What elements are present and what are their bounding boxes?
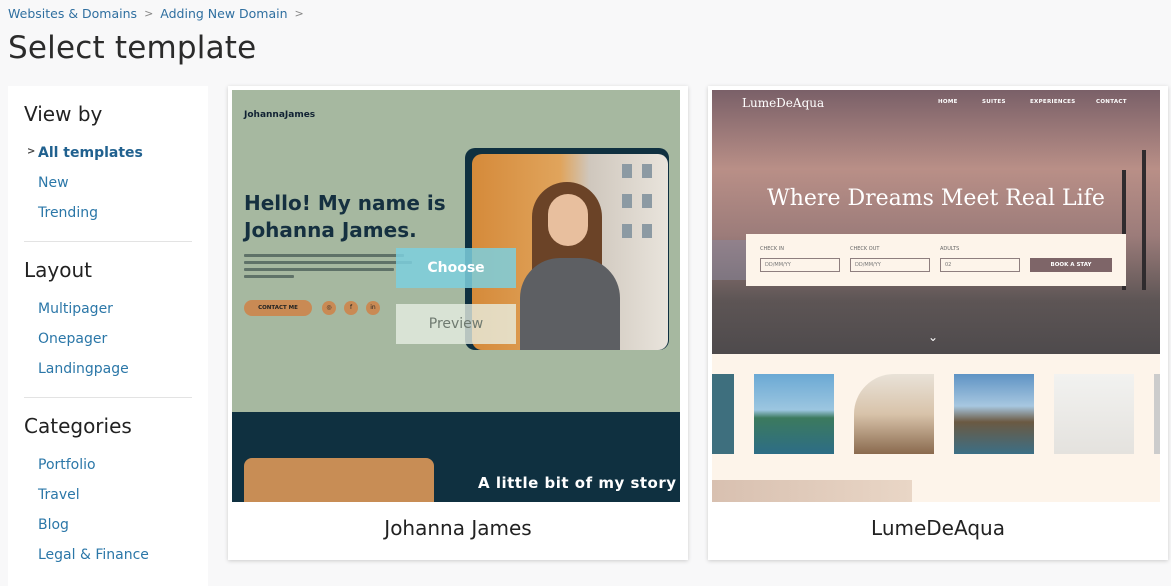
- filter-label: Multipager: [38, 301, 113, 317]
- layout-heading: Layout: [24, 258, 92, 282]
- gallery-image: [712, 480, 912, 502]
- template-headline: Hello! My name is Johanna James.: [244, 191, 446, 242]
- gallery-image: [1154, 374, 1160, 454]
- window-shape: [622, 164, 632, 178]
- filter-label: All templates: [38, 145, 143, 161]
- gallery-image: [712, 374, 734, 454]
- filter-sidebar: View by > All templates New Trending Lay…: [8, 86, 208, 586]
- filter-travel[interactable]: Travel: [24, 480, 192, 510]
- gallery-image: [1054, 374, 1134, 454]
- filter-portfolio[interactable]: Portfolio: [24, 450, 192, 480]
- gallery-strip: [712, 354, 1160, 502]
- window-shape: [622, 224, 632, 238]
- view-by-heading: View by: [24, 102, 103, 126]
- divider: [24, 397, 192, 398]
- nav-suites: SUITES: [982, 99, 1006, 105]
- nav-contact: CONTACT: [1096, 99, 1127, 105]
- instagram-icon: ◎: [322, 301, 336, 315]
- chevron-right-icon: >: [144, 7, 154, 20]
- placeholder-text: [244, 254, 414, 282]
- template-thumbnail: JohannaJames Hello! My name is Johanna J…: [232, 90, 680, 502]
- filter-label: Landingpage: [38, 361, 129, 377]
- window-shape: [642, 224, 652, 238]
- filter-legal-finance[interactable]: Legal & Finance: [24, 540, 192, 570]
- chevron-right-icon: >: [27, 146, 36, 157]
- story-heading: A little bit of my story: [478, 474, 677, 492]
- facebook-icon: f: [344, 301, 358, 315]
- nav-home: HOME: [938, 99, 958, 105]
- filter-trending[interactable]: Trending: [24, 198, 192, 228]
- book-a-stay-button: BOOK A STAY: [1030, 258, 1112, 272]
- filter-label: Travel: [38, 487, 80, 503]
- template-card-johanna-james[interactable]: JohannaJames Hello! My name is Johanna J…: [228, 86, 688, 560]
- filter-landingpage[interactable]: Landingpage: [24, 354, 192, 384]
- template-tagline: Where Dreams Meet Real Life: [767, 186, 1105, 211]
- template-thumbnail: LumeDeAqua HOME SUITES EXPERIENCES CONTA…: [712, 90, 1160, 502]
- divider: [24, 241, 192, 242]
- filter-label: New: [38, 175, 69, 191]
- hero-image: [712, 90, 1160, 354]
- face-shape: [548, 194, 588, 246]
- filter-label: Onepager: [38, 331, 108, 347]
- window-shape: [642, 194, 652, 208]
- gallery-image: [754, 374, 834, 454]
- preview-button[interactable]: Preview: [396, 304, 516, 344]
- filter-label: Legal & Finance: [38, 547, 149, 563]
- nav-experiences: EXPERIENCES: [1030, 99, 1076, 105]
- page-title: Select template: [8, 30, 257, 66]
- check-in-label: CHECK IN: [760, 246, 784, 252]
- breadcrumb-websites-domains[interactable]: Websites & Domains: [8, 6, 137, 21]
- window-shape: [622, 194, 632, 208]
- story-photo: [244, 458, 434, 502]
- filter-blog[interactable]: Blog: [24, 510, 192, 540]
- coat-shape: [520, 258, 620, 350]
- template-name: LumeDeAqua: [871, 516, 1005, 540]
- filter-label: Blog: [38, 517, 69, 533]
- filter-onepager[interactable]: Onepager: [24, 324, 192, 354]
- template-logo: LumeDeAqua: [742, 96, 825, 110]
- window-shape: [642, 164, 652, 178]
- gallery-image: [954, 374, 1034, 454]
- filter-new[interactable]: New: [24, 168, 192, 198]
- breadcrumb: Websites & Domains > Adding New Domain >: [8, 6, 311, 21]
- check-out-field: DD/MM/YY: [850, 258, 930, 272]
- filter-all-templates[interactable]: > All templates: [24, 138, 192, 168]
- check-out-label: CHECK OUT: [850, 246, 880, 252]
- check-in-field: DD/MM/YY: [760, 258, 840, 272]
- breadcrumb-adding-new-domain[interactable]: Adding New Domain: [160, 6, 287, 21]
- filter-multipager[interactable]: Multipager: [24, 294, 192, 324]
- categories-heading: Categories: [24, 414, 132, 438]
- palm-shape: [1142, 150, 1146, 290]
- gallery-image: [854, 374, 934, 454]
- contact-me-button: CONTACT ME: [244, 300, 312, 316]
- template-name: Johanna James: [384, 516, 532, 540]
- adults-field: 02: [940, 258, 1020, 272]
- filter-label: Trending: [38, 205, 98, 221]
- choose-button[interactable]: Choose: [396, 248, 516, 288]
- booking-form: CHECK IN DD/MM/YY CHECK OUT DD/MM/YY ADU…: [746, 234, 1126, 286]
- filter-label: Portfolio: [38, 457, 96, 473]
- linkedin-icon: in: [366, 301, 380, 315]
- adults-label: ADULTS: [940, 246, 960, 252]
- chevron-down-icon: ⌄: [928, 330, 939, 344]
- chevron-right-icon: >: [294, 7, 304, 20]
- template-logo: JohannaJames: [244, 110, 316, 120]
- template-card-lumedeaqua[interactable]: LumeDeAqua HOME SUITES EXPERIENCES CONTA…: [708, 86, 1168, 560]
